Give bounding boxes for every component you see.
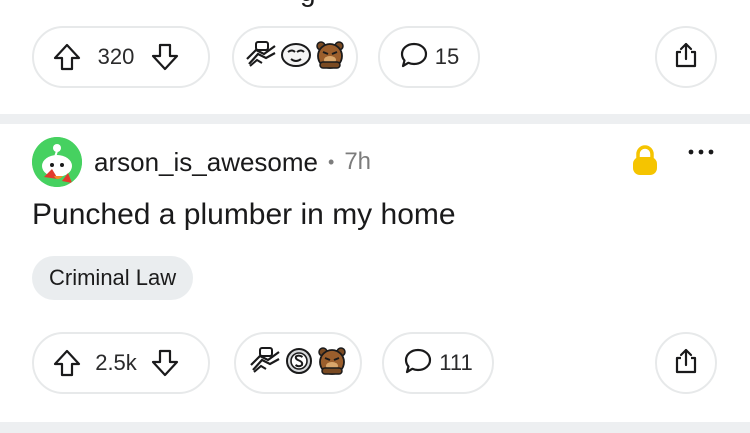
silver-s-award-icon [284, 346, 314, 381]
share-button[interactable] [655, 26, 717, 88]
previous-post-title-fragment: g [0, 0, 750, 10]
ghost-award-icon [280, 40, 312, 75]
username[interactable]: arson_is_awesome [94, 147, 318, 178]
post-flair[interactable]: Criminal Law [32, 256, 194, 300]
comments-button[interactable]: 15 [378, 26, 480, 88]
awards-button[interactable] [232, 26, 358, 88]
post-title[interactable]: Punched a plumber in my home [32, 198, 456, 232]
comment-count: 15 [434, 44, 460, 69]
post-header: arson_is_awesome • 7h [32, 136, 371, 188]
upvote-icon[interactable] [50, 40, 84, 74]
vote-count: 320 [97, 44, 135, 69]
avatar[interactable] [32, 137, 82, 187]
previous-post-title-text: g [300, 0, 316, 8]
awards-button[interactable] [234, 332, 362, 394]
previous-post-action-bar: 320 15 [0, 26, 750, 92]
share-icon [671, 40, 701, 75]
upvote-icon[interactable] [50, 346, 84, 380]
comments-button[interactable]: 111 [382, 332, 494, 394]
comment-bubble-icon [399, 40, 429, 75]
flair-label: Criminal Law [49, 265, 177, 290]
post-age: 7h [344, 148, 372, 175]
post-separator [0, 114, 750, 124]
post-separator [0, 422, 750, 433]
downvote-icon[interactable] [148, 346, 182, 380]
more-options-icon[interactable] [686, 143, 716, 163]
comment-bubble-icon [403, 346, 433, 381]
angry-bear-award-icon [314, 40, 346, 75]
meta-separator: • [328, 151, 335, 172]
lock-icon [628, 143, 662, 177]
vote-control: 2.5k [32, 332, 210, 394]
share-button[interactable] [655, 332, 717, 394]
share-icon [671, 346, 701, 381]
vote-control: 320 [32, 26, 210, 88]
wholesome-handshake-award-icon [248, 346, 282, 381]
downvote-icon[interactable] [148, 40, 182, 74]
post-action-bar: 2.5k 111 [0, 332, 750, 398]
comment-count: 111 [439, 350, 473, 375]
vote-count: 2.5k [95, 350, 137, 375]
angry-bear-award-icon [316, 346, 348, 381]
wholesome-handshake-award-icon [244, 40, 278, 75]
